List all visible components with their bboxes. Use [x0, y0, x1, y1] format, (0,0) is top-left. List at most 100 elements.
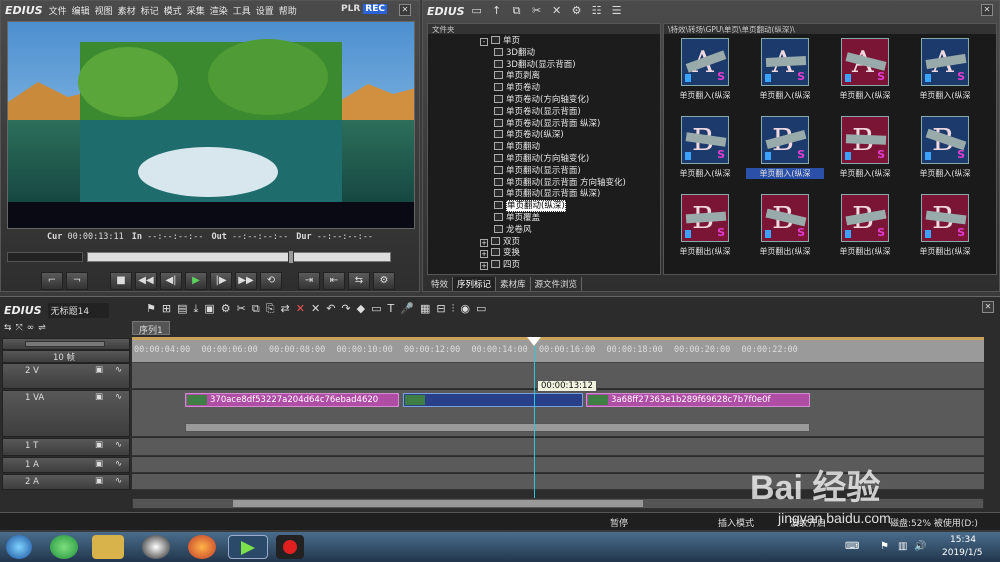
tree-item[interactable]: 3D翻动 — [480, 47, 660, 60]
plr-toggle[interactable]: PLR — [339, 4, 362, 14]
mixer-icon[interactable]: ⫶ — [452, 302, 455, 316]
tree-item[interactable]: 单页卷动(方向轴变化) — [480, 94, 660, 107]
list-icon[interactable]: ☰ — [609, 4, 625, 18]
expand-icon[interactable]: + — [480, 250, 488, 259]
tree-item[interactable]: 龙卷风 — [480, 224, 660, 237]
import-icon[interactable]: ⤓ — [194, 302, 199, 316]
track-header[interactable]: 1 T ▣ ∿ — [2, 438, 130, 456]
insert-button[interactable]: ⇥ — [298, 272, 320, 290]
effect-thumbnail[interactable]: BS 单页翻入(纵深 — [826, 116, 904, 190]
position-bar[interactable] — [87, 250, 391, 264]
clock-date[interactable]: 2019/1/5 — [942, 548, 982, 558]
track-sync-icon[interactable]: ∿ — [115, 365, 122, 375]
network-icon[interactable]: ▥ — [898, 541, 907, 552]
start-button[interactable] — [6, 535, 32, 559]
audio-clip[interactable] — [185, 423, 810, 432]
tab-library-0[interactable]: 特效 — [427, 277, 454, 291]
tab-library-3[interactable]: 源文件浏览 — [531, 277, 583, 291]
fast-forward-button[interactable]: ▶▶ — [235, 272, 257, 290]
track-header[interactable]: 2 A ▣ ∿ — [2, 474, 130, 490]
undo-icon[interactable]: ↶ — [326, 302, 335, 316]
overwrite-button[interactable]: ⇤ — [323, 272, 345, 290]
loop-button[interactable]: ⟲ — [260, 272, 282, 290]
menu-item[interactable]: 标记 — [141, 7, 159, 17]
track-header[interactable]: 2 V ▣ ∿ — [2, 363, 130, 389]
shuttle-slider[interactable] — [7, 252, 83, 262]
tree-item[interactable]: 单页卷动 — [480, 83, 660, 95]
up-icon[interactable]: ↑ — [489, 4, 505, 18]
edius-task-icon[interactable] — [228, 535, 268, 559]
close-icon[interactable]: ✕ — [399, 4, 411, 16]
flag-icon[interactable]: ⚑ — [880, 541, 889, 552]
rec-toggle[interactable]: REC — [363, 4, 387, 14]
effect-thumbnail[interactable]: BS 单页翻入(纵深 — [906, 116, 984, 190]
track-lock-icon[interactable]: ▣ — [95, 365, 103, 375]
split-button[interactable]: ⇆ — [348, 272, 370, 290]
menu-item[interactable]: 设置 — [256, 7, 274, 17]
replace-icon[interactable]: ⇄ — [281, 302, 290, 316]
effect-thumbnail[interactable]: BS 单页翻出(纵深 — [746, 194, 824, 268]
marker-icon[interactable]: ◆ — [357, 302, 365, 316]
effect-thumbnail[interactable]: BS 单页翻出(纵深 — [906, 194, 984, 268]
effect-thumbnail[interactable]: BS 单页翻入(纵深 — [666, 116, 744, 190]
new-sequence-icon[interactable]: ⊞ — [162, 302, 171, 316]
paste-icon[interactable]: ⎘ — [266, 302, 275, 316]
loop-icon[interactable]: ∞ — [27, 323, 35, 337]
save-icon[interactable]: ▣ — [204, 302, 214, 316]
toggle-icon[interactable]: ⇌ — [38, 323, 46, 337]
effect-icon[interactable]: ▦ — [420, 302, 430, 316]
delete-icon[interactable]: ✕ — [549, 4, 565, 18]
track-lock-icon[interactable]: ▣ — [95, 476, 103, 486]
effect-thumbnail[interactable]: BS 单页翻出(纵深 — [826, 194, 904, 268]
track-header[interactable]: 1 VA ▣ ∿ — [2, 390, 130, 437]
tree-item[interactable]: + 变换 — [480, 248, 660, 260]
qq-icon[interactable] — [142, 535, 170, 559]
tree-item[interactable]: 单页翻动 — [480, 142, 660, 154]
redo-icon[interactable]: ↷ — [341, 302, 350, 316]
delete-icon[interactable]: ✕ — [296, 302, 305, 316]
effect-thumbnail[interactable]: BS 单页翻出(纵深 — [666, 194, 744, 268]
expand-icon[interactable]: + — [480, 262, 488, 271]
firefox-icon[interactable] — [188, 535, 216, 559]
effect-thumbnail[interactable]: AS 单页翻入(纵深 — [666, 38, 744, 112]
rewind-button[interactable]: ◀◀ — [135, 272, 157, 290]
track-lane[interactable] — [132, 438, 984, 456]
position-handle[interactable] — [288, 250, 294, 264]
step-forward-button[interactable]: |▶ — [210, 272, 232, 290]
effect-thumbnail[interactable]: BS 单页翻入(纵深 — [746, 116, 824, 190]
video-clip-2[interactable]: 3a68ff27363e1b289f69628c7b7f0e0f — [586, 393, 810, 407]
microphone-icon[interactable]: 🎤 — [400, 302, 414, 316]
open-icon[interactable]: ▤ — [177, 302, 187, 316]
mark-in-button[interactable]: ⌐ — [41, 272, 63, 290]
sync-icon[interactable]: ⇆ — [4, 323, 12, 337]
time-ruler[interactable]: 00:00:04:00 00:00:06:00 00:00:08:00 00:00:1… — [132, 337, 984, 363]
track-sync-icon[interactable]: ∿ — [115, 476, 122, 486]
tree-item[interactable]: + 双页 — [480, 236, 660, 249]
transition-icon[interactable]: ▭ — [371, 302, 381, 316]
track-sync-icon[interactable]: ∿ — [115, 459, 122, 469]
grid-icon[interactable]: ⊟ — [436, 302, 445, 316]
copy-icon[interactable]: ⧉ — [252, 302, 260, 316]
close-icon[interactable]: ✕ — [981, 4, 993, 16]
tree-item[interactable]: 3D翻动(显示背面) — [480, 59, 660, 72]
expand-icon[interactable]: + — [480, 238, 488, 247]
menu-item[interactable]: 视图 — [95, 7, 113, 17]
menu-item[interactable]: 渲染 — [210, 7, 228, 17]
zoom-level[interactable]: 10 帧 — [2, 350, 130, 363]
view-icon[interactable]: ☷ — [589, 4, 605, 18]
cut-icon[interactable]: ✂ — [237, 302, 246, 316]
track-sync-icon[interactable]: ∿ — [115, 440, 122, 450]
zoom-slider[interactable] — [25, 341, 105, 347]
cut-icon[interactable]: ✂ — [529, 4, 545, 18]
tree-item[interactable]: 单页翻动(方向轴变化) — [480, 153, 660, 166]
close-icon[interactable]: ✕ — [982, 301, 994, 313]
tree-item[interactable]: 单页翻动(显示背面) — [480, 165, 660, 178]
ripple-delete-icon[interactable]: ✕ — [311, 302, 320, 316]
tree-item[interactable]: 单页卷动(显示背面 纵深) — [480, 118, 660, 131]
scrollbar-thumb[interactable] — [233, 500, 643, 507]
tree-item[interactable]: 单页卷动(纵深) — [480, 130, 660, 142]
settings-icon[interactable]: ⚙ — [221, 302, 231, 316]
play-button[interactable]: ▶ — [185, 272, 207, 290]
effect-thumbnail[interactable]: AS 单页翻入(纵深 — [906, 38, 984, 112]
menu-item[interactable]: 采集 — [187, 7, 205, 17]
